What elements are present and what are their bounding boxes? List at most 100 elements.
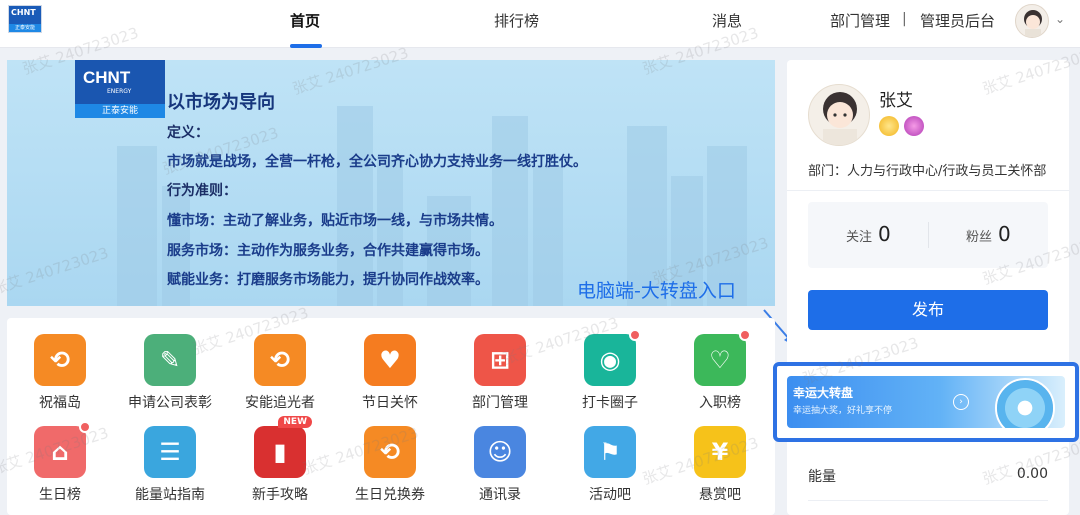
profile-name: 张艾: [879, 91, 913, 111]
app-glyph: ⟲: [269, 346, 291, 374]
publish-button[interactable]: 发布: [808, 290, 1048, 330]
app-tile[interactable]: ✎ 申请公司表彰: [115, 334, 225, 412]
banner-logo-text: CHNT: [83, 68, 131, 87]
app-glyph: ⊞: [489, 346, 511, 374]
light-chaser-icon: ⟲: [254, 334, 306, 386]
energy-label: 能量: [808, 469, 836, 485]
profile-panel: 张艾 部门：人力与行政中心/行政与员工关怀部 关注 0 粉丝 0 发布 幸运大转盘 …: [773, 60, 1079, 515]
nav-ranking[interactable]: 排行榜: [494, 10, 539, 31]
profile-divider: [787, 190, 1069, 191]
banner-definition-label: 定义：: [167, 125, 209, 141]
blessing-island-icon: ⟲: [34, 334, 86, 386]
banner-logo-energy: ENERGY: [107, 88, 132, 95]
top-nav: CHNT 正泰安能 首页 排行榜 消息 部门管理 | 管理员后台 ⌄: [0, 0, 1080, 48]
app-tile[interactable]: ⟲ 祝福岛: [5, 334, 115, 412]
banner-definition: 市场就是战场，全营一杆枪，全公司齐心协力支持业务一线打胜仗。: [167, 154, 587, 170]
contacts-icon: ☺: [474, 426, 526, 478]
app-label: 活动吧: [589, 487, 631, 503]
app-label: 安能追光者: [245, 395, 315, 411]
chevron-right-icon: ›: [953, 394, 969, 410]
app-tile[interactable]: ◉ 打卡圈子: [555, 329, 665, 412]
app-glyph: ⚑: [599, 438, 621, 466]
profile-department: 部门：人力与行政中心/行政与员工关怀部: [808, 164, 1047, 179]
lucky-wheel-entry[interactable]: 幸运大转盘 幸运抽大奖，好礼享不停 ›: [787, 376, 1065, 428]
app-glyph: ✎: [159, 346, 181, 374]
follow-count: 0: [878, 222, 891, 246]
brand-logo[interactable]: CHNT 正泰安能: [8, 5, 42, 33]
gold-crown-badge-icon: [879, 116, 899, 136]
holiday-care-icon: ♥: [364, 334, 416, 386]
lucky-wheel-subtitle: 幸运抽大奖，好礼享不停: [793, 406, 893, 416]
values-banner[interactable]: CHNT ENERGY 正泰安能 以市场为导向 定义： 市场就是战场，全营一杆枪…: [7, 60, 775, 306]
app-tile[interactable]: ♥ 节日关怀: [335, 334, 445, 412]
lucky-wheel-annotation: 电脑端-大转盘入口: [577, 280, 736, 302]
fans-label: 粉丝: [966, 230, 993, 245]
birthday-cake-icon: ⌂: [34, 421, 91, 478]
user-avatar[interactable]: [1015, 4, 1049, 38]
nav-messages[interactable]: 消息: [712, 10, 742, 31]
fans-count: 0: [998, 222, 1011, 246]
app-label: 能量站指南: [135, 487, 205, 503]
logo-sub: 正泰安能: [9, 24, 41, 32]
app-label: 新手攻略: [252, 487, 308, 503]
notification-dot: [739, 329, 751, 341]
app-tile[interactable]: ⊞ 部门管理: [445, 334, 555, 412]
follow-stats: 关注 0 粉丝 0: [808, 202, 1048, 268]
chevron-down-icon[interactable]: ⌄: [1055, 12, 1065, 26]
org-chart-icon: ⊞: [474, 334, 526, 386]
lucky-wheel-title: 幸运大转盘: [793, 386, 854, 400]
stats-separator: [928, 222, 929, 248]
checkin-circle-icon: ◉: [584, 329, 641, 386]
profile-avatar[interactable]: [808, 84, 870, 146]
app-glyph: ⌂: [51, 438, 69, 466]
energy-value: 0.00: [1016, 466, 1048, 482]
nav-home[interactable]: 首页: [290, 10, 320, 31]
app-label: 祝福岛: [39, 395, 81, 411]
guide-icon: ☰: [144, 426, 196, 478]
notification-dot: [79, 421, 91, 433]
new-badge: NEW: [278, 416, 312, 428]
follow-stat[interactable]: 关注 0: [846, 222, 891, 246]
app-glyph: ☰: [159, 438, 181, 466]
activity-flag-icon: ⚑: [584, 426, 636, 478]
fans-stat[interactable]: 粉丝 0: [966, 222, 1011, 246]
app-glyph: ☺: [487, 438, 513, 466]
nav-admin[interactable]: 管理员后台: [920, 10, 995, 31]
prize-wheel-icon: [995, 378, 1055, 428]
app-tile[interactable]: ⌂ 生日榜: [5, 421, 115, 504]
app-tile[interactable]: ☰ 能量站指南: [115, 426, 225, 504]
app-tile[interactable]: ⟲ 安能追光者: [225, 334, 335, 412]
banner-title: 以市场为导向: [167, 92, 275, 113]
app-label: 打卡圈子: [582, 395, 638, 411]
nav-active-indicator: [290, 44, 322, 48]
onboarding-icon: ♡: [694, 329, 751, 386]
app-label: 部门管理: [472, 395, 528, 411]
commendation-icon: ✎: [144, 334, 196, 386]
app-tile[interactable]: ⟲ 生日兑换券: [335, 426, 445, 504]
nav-separator: |: [902, 11, 907, 27]
birthday-coupon-icon: ⟲: [364, 426, 416, 478]
app-glyph: ¥: [711, 438, 729, 466]
banner-line-1: 懂市场：主动了解业务，贴近市场一线，与市场共情。: [167, 213, 503, 229]
app-tile[interactable]: ▮ NEW 新手攻略: [225, 416, 335, 504]
app-glyph: ♡: [709, 346, 731, 374]
app-tile[interactable]: ☺ 通讯录: [445, 426, 555, 504]
banner-criteria-label: 行为准则：: [167, 183, 237, 199]
app-tile[interactable]: ♡ 入职榜: [665, 329, 775, 412]
app-glyph: ▮: [273, 438, 287, 466]
app-label: 通讯录: [479, 487, 521, 503]
app-tile[interactable]: ⚑ 活动吧: [555, 426, 665, 504]
banner-brand-logo: CHNT ENERGY 正泰安能: [75, 60, 165, 118]
app-label: 悬赏吧: [699, 487, 741, 503]
app-label: 生日兑换券: [355, 487, 425, 503]
nav-dept-manage[interactable]: 部门管理: [830, 10, 890, 31]
logo-text: CHNT: [11, 8, 36, 17]
app-glyph: ⟲: [49, 346, 71, 374]
follow-label: 关注: [846, 230, 873, 245]
app-glyph: ◉: [599, 346, 621, 374]
energy-divider: [808, 500, 1048, 501]
app-tile[interactable]: ¥ 悬赏吧: [665, 426, 775, 504]
reward-bag-icon: ¥: [694, 426, 746, 478]
banner-line-2: 服务市场：主动作为服务业务，合作共建赢得市场。: [167, 243, 489, 259]
app-glyph: ⟲: [379, 438, 401, 466]
